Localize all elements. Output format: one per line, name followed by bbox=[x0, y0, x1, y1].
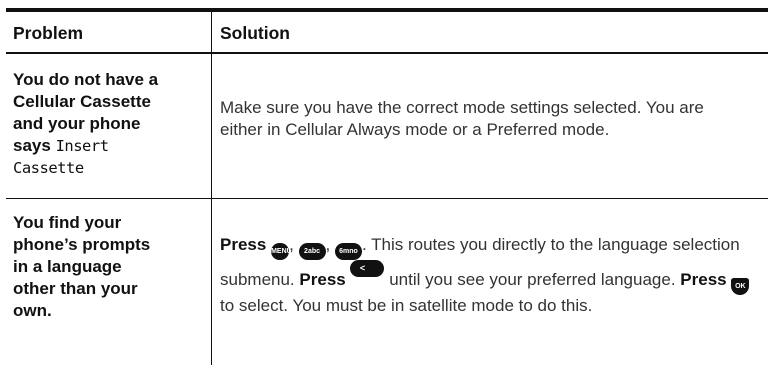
row-1-solution: Make sure you have the correct mode sett… bbox=[220, 98, 704, 139]
problem-line: You do not have a bbox=[13, 70, 159, 89]
header-solution: Solution bbox=[220, 23, 290, 43]
problem-says: says bbox=[13, 136, 51, 155]
nav-key-icon: < > bbox=[350, 260, 385, 290]
press-word: Press bbox=[220, 235, 267, 254]
screen-text-insert: Insert bbox=[55, 137, 110, 155]
problem-line: own. bbox=[13, 301, 52, 320]
header-divider bbox=[6, 52, 768, 54]
problem-line: other than your bbox=[13, 279, 138, 298]
menu-key-icon: MENU bbox=[271, 243, 292, 260]
problem-line: Cellular Cassette bbox=[13, 92, 151, 111]
row-2-problem: You find your phone’s prompts in a langu… bbox=[13, 212, 208, 322]
screen-text-cassette: Cassette bbox=[13, 159, 84, 177]
problem-line: and your phone bbox=[13, 114, 141, 133]
separator: , bbox=[289, 235, 294, 254]
table-top-rule bbox=[6, 8, 768, 12]
header-problem: Problem bbox=[13, 23, 84, 43]
column-divider bbox=[211, 12, 212, 365]
solution-text-2: until you see your preferred language. bbox=[389, 270, 676, 289]
problem-line: phone’s prompts bbox=[13, 235, 151, 254]
press-word: Press bbox=[680, 270, 727, 289]
problem-line: in a language bbox=[13, 257, 122, 276]
press-word: Press bbox=[299, 270, 346, 289]
key-2abc-icon: 2abc bbox=[298, 243, 326, 260]
ok-key-icon: OK bbox=[731, 278, 750, 295]
key-6mno-icon: 6mno bbox=[335, 243, 362, 260]
separator: , bbox=[325, 235, 331, 254]
row-2-solution: Press MENU, 2abc, 6mno. This routes you … bbox=[220, 234, 750, 317]
problem-line: You find your bbox=[13, 213, 122, 232]
solution-text-3: to select. You must be in satellite mode… bbox=[220, 296, 593, 315]
row-divider bbox=[6, 198, 768, 199]
row-1-problem: You do not have a Cellular Cassette and … bbox=[13, 69, 208, 179]
